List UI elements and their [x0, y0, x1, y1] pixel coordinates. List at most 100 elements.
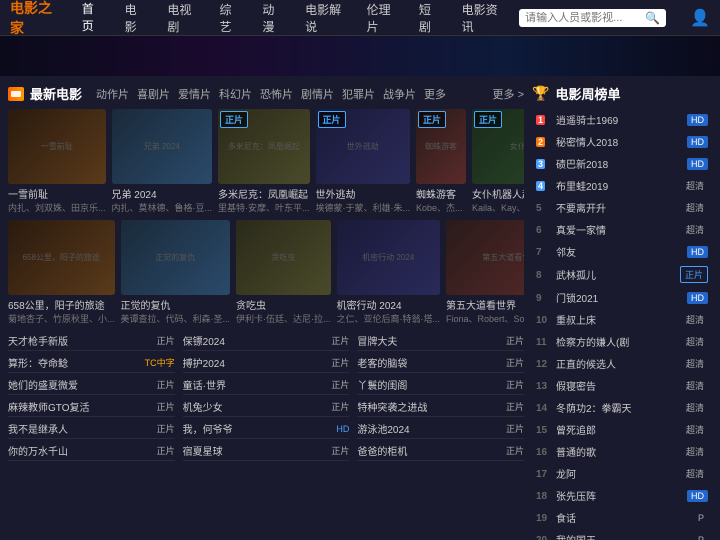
list-item-title: 保镖2024 [183, 333, 328, 348]
rank-number: 18 [536, 490, 556, 502]
list-item[interactable]: 丫鬟的闺阁 正片 [357, 375, 524, 395]
rank-item[interactable]: 16 普通的歌 超清 [532, 441, 712, 462]
genre-horror[interactable]: 恐怖片 [260, 86, 293, 102]
nav-item-explain[interactable]: 电影解说 [301, 0, 347, 37]
rank-item[interactable]: 3 碛巴新2018 HD [532, 153, 712, 174]
movie-title: 多米尼克：凤凰崛起 [218, 186, 310, 201]
rank-item[interactable]: 20 我的国王 P [532, 529, 712, 540]
rank-item[interactable]: 4 布里蛙2019 超清 [532, 175, 712, 196]
genre-comedy[interactable]: 喜剧片 [137, 86, 170, 102]
rank-item[interactable]: 11 检察方的嫌人(剧 超清 [532, 331, 712, 352]
list-item[interactable]: 游泳池2024 正片 [357, 419, 524, 439]
genre-drama[interactable]: 剧情片 [301, 86, 334, 102]
rank-item[interactable]: 10 重叔上床 超清 [532, 309, 712, 330]
list-item[interactable]: 她们的盛夏微爱 正片 [8, 375, 175, 395]
list-item-title: 算形：夺命鲶 [8, 355, 141, 370]
movie-sub: 内扎、莫林德、鲁格·豆... [112, 201, 213, 214]
ad-banner [0, 36, 720, 76]
list-item[interactable]: 冒牌大夫 正片 [357, 331, 524, 351]
movie-card[interactable]: 机密行动 2024 机密行动 2024 之仁、亚伦后裔·特翁·塔... [337, 220, 441, 325]
list-item[interactable]: 老客的脑袋 正片 [357, 353, 524, 373]
rank-item[interactable]: 6 真爱一家情 超清 [532, 219, 712, 240]
nav-item-movies[interactable]: 电影 [121, 0, 148, 37]
genre-romance[interactable]: 爱情片 [178, 86, 211, 102]
list-item[interactable]: 你的万水千山 正片 [8, 441, 175, 461]
more-link[interactable]: 更多 > [493, 86, 524, 102]
nav-item-news[interactable]: 电影资讯 [458, 0, 504, 37]
nav-item-tv[interactable]: 电视剧 [163, 0, 199, 37]
list-item[interactable]: 爸爸的柜机 正片 [357, 441, 524, 461]
list-item-title: 宿夏星球 [183, 443, 328, 458]
film-icon [8, 87, 24, 101]
genre-scifi[interactable]: 科幻片 [219, 86, 252, 102]
movie-card[interactable]: 贪吃虫 贪吃虫 伊利卡·伍廷、达尼·拉... [236, 220, 331, 325]
list-item-status: 正片 [331, 400, 349, 413]
movie-card[interactable]: 一雪前耻 一雪前耻 内扎、刘双姝、田京乐... [8, 109, 106, 214]
rank-item[interactable]: 14 冬荫功2：拳霸天 超清 [532, 397, 712, 418]
list-item[interactable]: 保镖2024 正片 [183, 331, 350, 351]
list-item[interactable]: 童话·世界 正片 [183, 375, 350, 395]
movie-card[interactable]: 658公里，阳子的旅途 658公里，阳子的旅途 菊地杏子、竹原秋里、小... [8, 220, 115, 325]
movie-card[interactable]: 正觉的复仇 正觉的复仇 美谭查拉、代码、利森·圣... [121, 220, 231, 325]
rank-badge-hd: 超清 [682, 466, 708, 481]
user-icon[interactable]: 👤 [690, 8, 710, 28]
list-item[interactable]: 机兔少女 正片 [183, 397, 350, 417]
movie-card[interactable]: 多米尼克：凤凰崛起 正片 多米尼克：凤凰崛起 里基特·安摩、叶东平... [218, 109, 310, 214]
rank-item[interactable]: 17 龙阿 超清 [532, 463, 712, 484]
genre-action[interactable]: 动作片 [96, 86, 129, 102]
main-content: 最新电影 动作片 喜剧片 爱情片 科幻片 恐怖片 剧情片 犯罪片 战争片 更多 … [0, 76, 720, 540]
rank-item[interactable]: 1 逍遥骑士1969 HD [532, 109, 712, 130]
genre-more[interactable]: 更多 [424, 86, 446, 102]
list-item-status: 正片 [157, 444, 175, 457]
genre-crime[interactable]: 犯罪片 [342, 86, 375, 102]
list-item[interactable]: 我不是继承人 正片 [8, 419, 175, 439]
rank-badge-hd: 超清 [682, 378, 708, 393]
list-item[interactable]: 特种突袭之进战 正片 [357, 397, 524, 417]
rank-item[interactable]: 5 不要离开升 超清 [532, 197, 712, 218]
rank-item[interactable]: 9 门锁2021 HD [532, 287, 712, 308]
rank-item[interactable]: 18 张先压阵 HD [532, 485, 712, 506]
movie-card[interactable]: 蜘蛛游客 正片 蜘蛛游客 Kobe、杰... [416, 109, 466, 214]
rank-item[interactable]: 13 假寝密告 超清 [532, 375, 712, 396]
list-item[interactable]: 宿夏星球 正片 [183, 441, 350, 461]
search-box: 🔍 [519, 9, 666, 27]
movie-card[interactable]: 世外逃劫 正片 世外逃劫 埃德蒙·于蒙、利雄·朱... [316, 109, 411, 214]
list-item-title: 你的万水千山 [8, 443, 153, 458]
rank-movie-title: 曾死追郎 [556, 422, 679, 437]
list-item[interactable]: 算形：夺命鲶 TC中字 [8, 353, 175, 373]
movie-grid-row2: 658公里，阳子的旅途 658公里，阳子的旅途 菊地杏子、竹原秋里、小... 正… [8, 220, 524, 325]
nav-item-anime[interactable]: 动漫 [258, 0, 285, 37]
list-item-status: 正片 [157, 334, 175, 347]
list-item[interactable]: 麻辣教师GTO复活 正片 [8, 397, 175, 417]
nav-item-home[interactable]: 首页 [78, 0, 105, 38]
rank-badge-hd: 超清 [682, 444, 708, 459]
nav-item-ethics[interactable]: 伦理片 [363, 0, 399, 37]
rank-item[interactable]: 2 秘密情人2018 HD [532, 131, 712, 152]
nav-item-variety[interactable]: 综艺 [216, 0, 243, 37]
nav-item-short[interactable]: 短剧 [415, 0, 442, 37]
rank-movie-title: 邻友 [556, 244, 684, 259]
rank-number: 14 [536, 402, 556, 414]
movie-title: 女仆机器人起源 [472, 186, 524, 201]
rank-item[interactable]: 19 食话 P [532, 507, 712, 528]
search-input[interactable] [525, 12, 645, 24]
list-item-status: HD [336, 424, 349, 434]
rank-item[interactable]: 7 邻友 HD [532, 241, 712, 262]
list-item-title: 游泳池2024 [357, 421, 502, 436]
rank-item[interactable]: 15 曾死追郎 超清 [532, 419, 712, 440]
rank-item[interactable]: 8 武林孤儿 正片 [532, 263, 712, 286]
rank-item[interactable]: 12 正直的候选人 超清 [532, 353, 712, 374]
rank-movie-title: 重叔上床 [556, 312, 679, 327]
genre-war[interactable]: 战争片 [383, 86, 416, 102]
rank-number: 10 [536, 314, 556, 326]
movie-card[interactable]: 女仆机器人起源 正片 女仆机器人起源 Kaila、Kay、Bryan、Brewe… [472, 109, 524, 214]
search-button[interactable]: 🔍 [645, 11, 660, 25]
list-item[interactable]: 我，何爷爷 HD [183, 419, 350, 439]
list-item[interactable]: 天才枪手新版 正片 [8, 331, 175, 351]
rank-movie-title: 布里蛙2019 [556, 178, 679, 193]
movie-card[interactable]: 第五大道看世界 第五大道看世界 Fiona、Robert、Sophie、Rob.… [446, 220, 524, 325]
movie-badge: 正片 [474, 111, 502, 128]
list-item[interactable]: 搏护2024 正片 [183, 353, 350, 373]
movie-title: 机密行动 2024 [337, 297, 441, 312]
movie-card[interactable]: 兄弟 2024 兄弟 2024 内扎、莫林德、鲁格·豆... [112, 109, 213, 214]
